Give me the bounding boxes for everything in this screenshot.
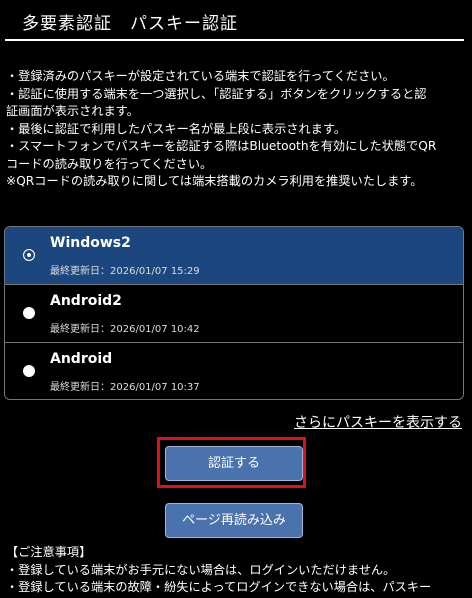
- note-line: ・登録している端末がお手元にない場合は、ログインいただけません。: [6, 562, 396, 577]
- passkey-item-android[interactable]: Android 最終更新日：2026/01/07 10:37: [5, 343, 463, 399]
- passkey-updated-date: 最終更新日：2026/01/07 15:29: [50, 266, 200, 277]
- page-title: 多要素認証 パスキー認証: [22, 14, 238, 34]
- instruction-line: 証画面が表示されます。: [6, 104, 139, 118]
- radio-button-selected[interactable]: [23, 249, 35, 261]
- notes-heading: 【ご注意事項】: [6, 545, 92, 559]
- passkey-item-android2[interactable]: Android2 最終更新日：2026/01/07 10:42: [5, 285, 463, 343]
- instructions: ・登録済みのパスキーが設定されている端末で認証を行ってください。 ・認証に使用す…: [6, 68, 468, 191]
- title-divider: [5, 39, 464, 41]
- note-line: ・登録している端末の故障・紛失によってログインできない場合は、パスキー: [6, 580, 432, 594]
- instruction-line: ・登録済みのパスキーが設定されている端末で認証を行ってください。: [6, 69, 395, 83]
- instruction-line: ・認証に使用する端末を一つ選択し、「認証する」ボタンをクリックすると認: [6, 86, 427, 101]
- passkey-item-windows2[interactable]: Windows2 最終更新日：2026/01/07 15:29: [5, 227, 463, 285]
- radio-button[interactable]: [23, 365, 35, 377]
- passkey-updated-date: 最終更新日：2026/01/07 10:37: [50, 382, 200, 393]
- passkey-name: Windows2: [50, 235, 131, 251]
- reload-page-button[interactable]: ページ再読み込み: [165, 503, 303, 538]
- instruction-line: ・スマートフォンでパスキーを認証する際はBluetoothを有効にした状態でQR: [6, 139, 437, 153]
- notes: 【ご注意事項】 ・登録している端末がお手元にない場合は、ログインいただけません。…: [6, 544, 468, 597]
- passkey-name: Android2: [50, 293, 122, 309]
- authenticate-button[interactable]: 認証する: [165, 446, 303, 481]
- instruction-line: コードの読み取りを行ってください。: [6, 156, 213, 171]
- passkey-list: Windows2 最終更新日：2026/01/07 15:29 Android2…: [4, 226, 464, 400]
- passkey-name: Android: [50, 351, 113, 367]
- instruction-line: ※QRコードの読み取りに関しては端末搭載のカメラ利用を推奨いたします。: [6, 174, 423, 188]
- show-more-passkeys-link[interactable]: さらにパスキーを表示する: [294, 412, 462, 432]
- passkey-updated-date: 最終更新日：2026/01/07 10:42: [50, 324, 200, 335]
- radio-button[interactable]: [23, 307, 35, 319]
- instruction-line: ・最後に認証で利用したパスキー名が最上段に表示されます。: [6, 121, 347, 136]
